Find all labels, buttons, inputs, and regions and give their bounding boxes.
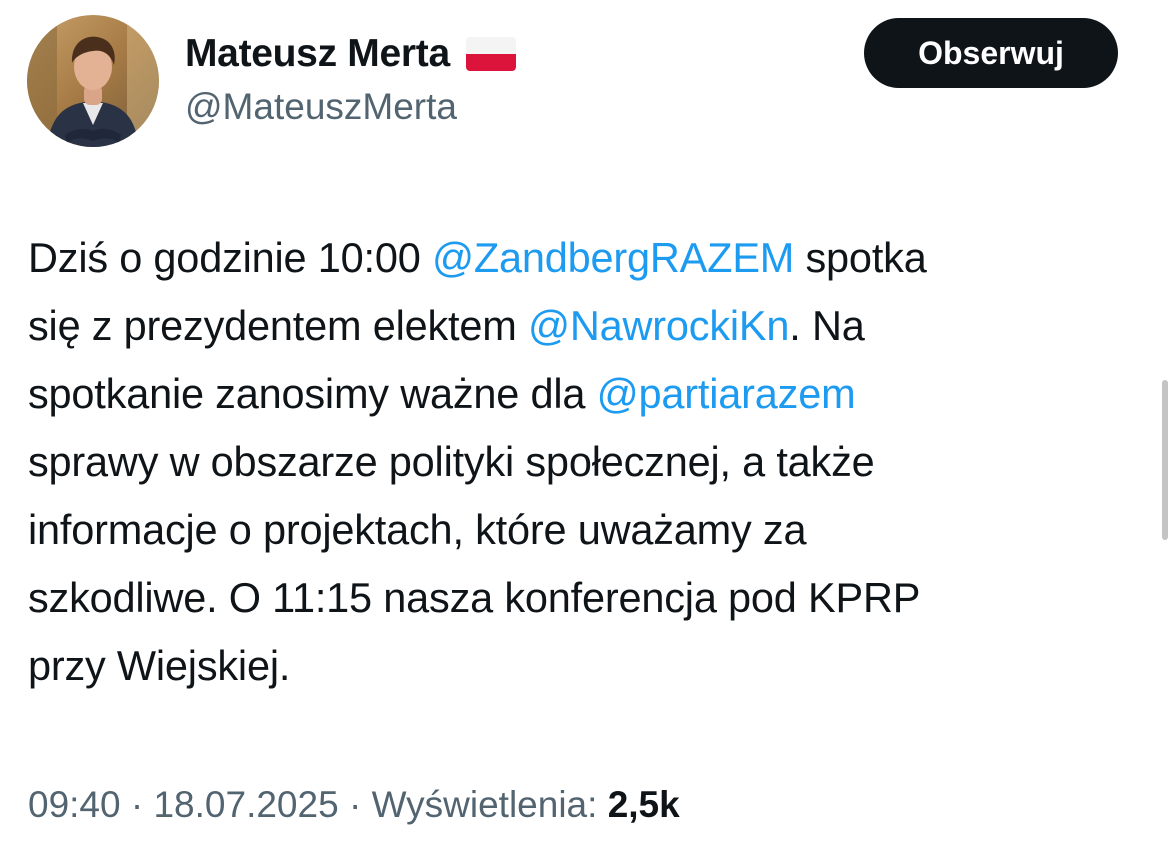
tweet-text-segment: przy Wiejskiej. [28, 642, 291, 689]
tweet-text-segment: . Na [789, 302, 865, 349]
author-handle[interactable]: @MateuszMerta [185, 86, 457, 128]
tweet-line: szkodliwe. O 11:15 nasza konferencja pod… [28, 564, 1140, 632]
tweet-text-segment: się z prezydentem elektem [28, 302, 528, 349]
scrollbar[interactable] [1162, 380, 1168, 540]
tweet-time[interactable]: 09:40 [28, 784, 121, 825]
tweet-text-segment: spotka [794, 234, 927, 281]
meta-separator: · [120, 784, 154, 825]
views-count[interactable]: 2,5k [608, 784, 680, 825]
tweet-text: Dziś o godzinie 10:00 @ZandbergRAZEM spo… [28, 224, 1140, 700]
views-label: Wyświetlenia: [371, 784, 598, 825]
tweet-line: Dziś o godzinie 10:00 @ZandbergRAZEM spo… [28, 224, 1140, 292]
tweet-text-segment: Dziś o godzinie 10:00 [28, 234, 432, 281]
tweet-line: sprawy w obszarze polityki społecznej, a… [28, 428, 1140, 496]
tweet-line: informacje o projektach, które uważamy z… [28, 496, 1140, 564]
tweet-text-segment: spotkanie zanosimy ważne dla [28, 370, 597, 417]
mention-link[interactable]: @partiarazem [597, 370, 856, 417]
mention-link[interactable]: @NawrockiKn [528, 302, 790, 349]
author-name-row: Mateusz Merta [185, 30, 516, 78]
profile-photo [27, 15, 159, 147]
tweet-text-segment: szkodliwe. O 11:15 nasza konferencja pod… [28, 574, 921, 621]
tweet-text-segment: sprawy w obszarze polityki społecznej, a… [28, 438, 875, 485]
tweet-line: spotkanie zanosimy ważne dla @partiaraze… [28, 360, 1140, 428]
avatar[interactable] [27, 15, 159, 147]
author-display-name[interactable]: Mateusz Merta [185, 32, 450, 76]
tweet-line: się z prezydentem elektem @NawrockiKn. N… [28, 292, 1140, 360]
poland-flag-icon [465, 37, 516, 71]
tweet-date[interactable]: 18.07.2025 [153, 784, 338, 825]
tweet-line: przy Wiejskiej. [28, 632, 1140, 700]
meta-separator: · [338, 784, 372, 825]
tweet-meta: 09:40 · 18.07.2025 · Wyświetlenia: 2,5k [28, 784, 680, 826]
mention-link[interactable]: @ZandbergRAZEM [432, 234, 794, 281]
follow-button[interactable]: Obserwuj [864, 18, 1118, 88]
tweet-text-segment: informacje o projektach, które uważamy z… [28, 506, 807, 553]
